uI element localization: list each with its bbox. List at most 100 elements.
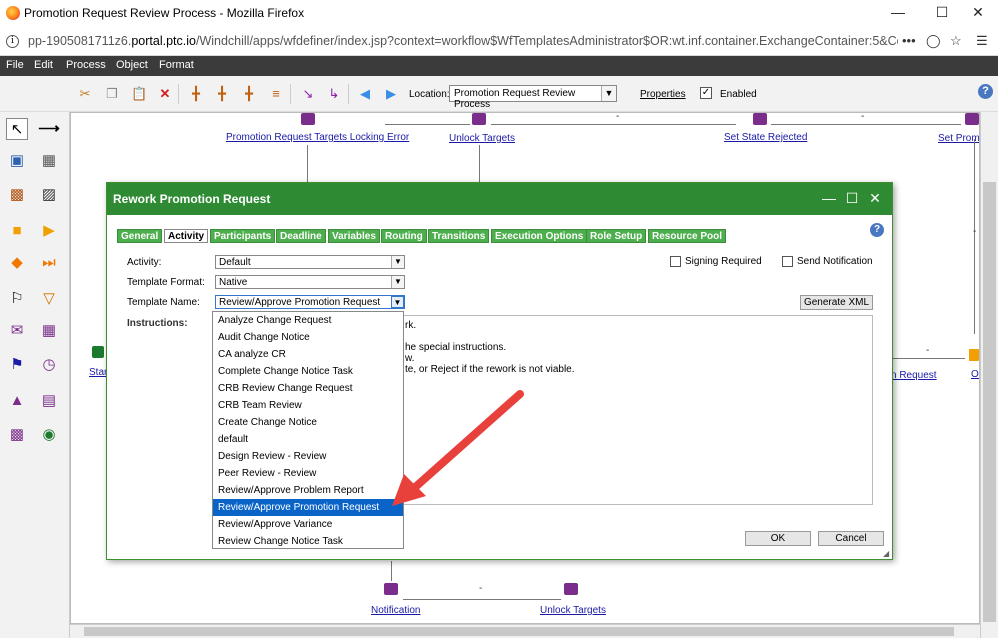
page-actions-icon[interactable]: •••	[902, 33, 916, 48]
close-window-icon[interactable]: ✕	[958, 2, 998, 24]
dialog-titlebar[interactable]: Rework Promotion Request — ☐ ✕	[107, 183, 892, 215]
pocket-icon[interactable]: ◯	[926, 33, 941, 49]
notification-node-icon[interactable]: ✉	[6, 320, 28, 342]
node-unlock-targets-bottom[interactable]: Unlock Targets	[540, 605, 606, 616]
help-icon[interactable]: ?	[978, 84, 993, 99]
node-start[interactable]: Star	[89, 367, 107, 378]
tab-general[interactable]: General	[117, 229, 163, 243]
menu-object[interactable]: Object	[116, 59, 148, 71]
connector-tool-icon[interactable]: ⟶	[38, 118, 60, 140]
expression-node-icon[interactable]: ▲	[6, 390, 28, 412]
menu-edit[interactable]: Edit	[34, 59, 53, 71]
site-info-icon[interactable]: i	[6, 35, 19, 48]
generate-xml-button[interactable]: Generate XML	[800, 295, 873, 310]
align-center-icon[interactable]: ╋	[214, 86, 230, 102]
back-arrow-icon[interactable]: ◀	[357, 86, 373, 102]
close-icon[interactable]: ✕	[867, 190, 883, 207]
bookmark-star-icon[interactable]: ☆	[950, 33, 962, 49]
properties-link[interactable]: Properties	[640, 89, 686, 100]
location-select[interactable]: Promotion Request Review Process ▼	[449, 85, 617, 110]
send-notification-checkbox[interactable]	[782, 256, 793, 267]
unlock-node-icon[interactable]	[564, 583, 578, 595]
or-connector-icon[interactable]	[969, 349, 979, 361]
url-bar[interactable]: i pp-1905081711z6.portal.ptc.io/Windchil…	[0, 28, 998, 56]
paste-icon[interactable]: 📋	[131, 86, 147, 102]
tab-transitions[interactable]: Transitions	[428, 229, 490, 243]
activity-select[interactable]: Default ▼	[215, 255, 405, 269]
dropdown-option[interactable]: Review/Approve Variance	[213, 516, 403, 533]
dropdown-option[interactable]: Review/Approve Problem Report	[213, 482, 403, 499]
sync-node-icon[interactable]: ▩	[6, 424, 28, 446]
notification-node-icon[interactable]	[384, 583, 398, 595]
connector-diagonal-icon[interactable]: ↘	[300, 86, 316, 102]
dropdown-option[interactable]: Review Change Notice Task	[213, 533, 403, 550]
dropdown-option-selected[interactable]: Review/Approve Promotion Request	[213, 499, 403, 516]
chevron-down-icon[interactable]: ▼	[391, 296, 404, 308]
checkered-flag-icon[interactable]: ⚐	[6, 288, 28, 310]
robot-node-icon[interactable]: ▦	[38, 320, 60, 342]
menu-format[interactable]: Format	[159, 59, 194, 71]
align-left-icon[interactable]: ╋	[188, 86, 204, 102]
dropdown-option[interactable]: Create Change Notice	[213, 414, 403, 431]
timer-node-icon[interactable]: ◷	[38, 354, 60, 376]
node-unlock-targets[interactable]: Unlock Targets	[449, 133, 515, 144]
dropdown-option[interactable]: Peer Review - Review	[213, 465, 403, 482]
node-notification[interactable]: Notification	[371, 605, 420, 616]
start-flag-icon[interactable]	[92, 346, 104, 358]
dropdown-option[interactable]: Design Review - Review	[213, 448, 403, 465]
connector-or-icon[interactable]: ▶	[38, 220, 60, 242]
delete-icon[interactable]: ✕	[157, 86, 173, 102]
tab-participants[interactable]: Participants	[210, 229, 276, 243]
copy-icon[interactable]: ❐	[104, 86, 120, 102]
resize-grip-icon[interactable]: ◢	[883, 550, 891, 558]
connector-end-icon[interactable]: ⏭	[38, 252, 60, 274]
dropdown-option[interactable]: Analyze Change Request	[213, 312, 403, 329]
minimize-icon[interactable]: —	[821, 190, 837, 206]
signing-required-checkbox[interactable]	[670, 256, 681, 267]
horizontal-scrollbar[interactable]	[70, 624, 980, 638]
connector-and-icon[interactable]: ■	[6, 220, 28, 242]
tab-deadline[interactable]: Deadline	[276, 229, 326, 243]
maximize-icon[interactable]: ☐	[844, 190, 860, 207]
connector-elbow-icon[interactable]: ↳	[326, 86, 342, 102]
robot-node-icon[interactable]	[301, 113, 315, 125]
dropdown-option[interactable]: CRB Review Change Request	[213, 380, 403, 397]
scrollbar-thumb[interactable]	[84, 627, 954, 636]
node-promotion-request[interactable]: n Request	[891, 370, 937, 381]
forward-arrow-icon[interactable]: ▶	[383, 86, 399, 102]
dropdown-option[interactable]: CRB Team Review	[213, 397, 403, 414]
set-state-node-icon[interactable]	[753, 113, 767, 125]
vertical-scrollbar[interactable]	[980, 112, 998, 638]
template-name-select[interactable]: Review/Approve Promotion Request ▼	[215, 295, 405, 309]
align-middle-icon[interactable]: ≡	[268, 86, 284, 102]
dropdown-option[interactable]: Audit Change Notice	[213, 329, 403, 346]
menu-hamburger-icon[interactable]: ☰	[976, 33, 988, 49]
select-pointer-icon[interactable]: ↖	[6, 118, 28, 140]
tab-variables[interactable]: Variables	[328, 229, 380, 243]
maximize-icon[interactable]: ☐	[922, 2, 962, 24]
enabled-checkbox[interactable]: ✓	[700, 87, 712, 99]
menu-file[interactable]: File	[6, 59, 24, 71]
dropdown-option[interactable]: Complete Change Notice Task	[213, 363, 403, 380]
globe-node-icon[interactable]: ◉	[38, 424, 60, 446]
set-state-node-icon[interactable]	[965, 113, 979, 125]
chevron-down-icon[interactable]: ▼	[601, 86, 616, 101]
activity-node-icon[interactable]: ▣	[6, 150, 28, 172]
filter-node-icon[interactable]: ▽	[38, 288, 60, 310]
ok-button[interactable]: OK	[745, 531, 811, 546]
scrollbar-thumb[interactable]	[983, 182, 996, 622]
tab-routing[interactable]: Routing	[381, 229, 427, 243]
flag-node-icon[interactable]: ⚑	[6, 354, 28, 376]
cut-icon[interactable]: ✂	[77, 86, 93, 102]
chevron-down-icon[interactable]: ▼	[391, 256, 404, 268]
align-right-icon[interactable]: ╋	[241, 86, 257, 102]
template-node-icon[interactable]: ▩	[6, 184, 28, 206]
dropdown-option[interactable]: default	[213, 431, 403, 448]
minimize-icon[interactable]: —	[878, 2, 918, 24]
chevron-down-icon[interactable]: ▼	[391, 276, 404, 288]
node-or[interactable]: Or	[971, 369, 979, 380]
url-text[interactable]: pp-1905081711z6.portal.ptc.io/Windchill/…	[28, 34, 898, 48]
block-node-icon[interactable]: ▦	[38, 150, 60, 172]
dropdown-option[interactable]: CA analyze CR	[213, 346, 403, 363]
lock-node-icon[interactable]: ▤	[38, 390, 60, 412]
